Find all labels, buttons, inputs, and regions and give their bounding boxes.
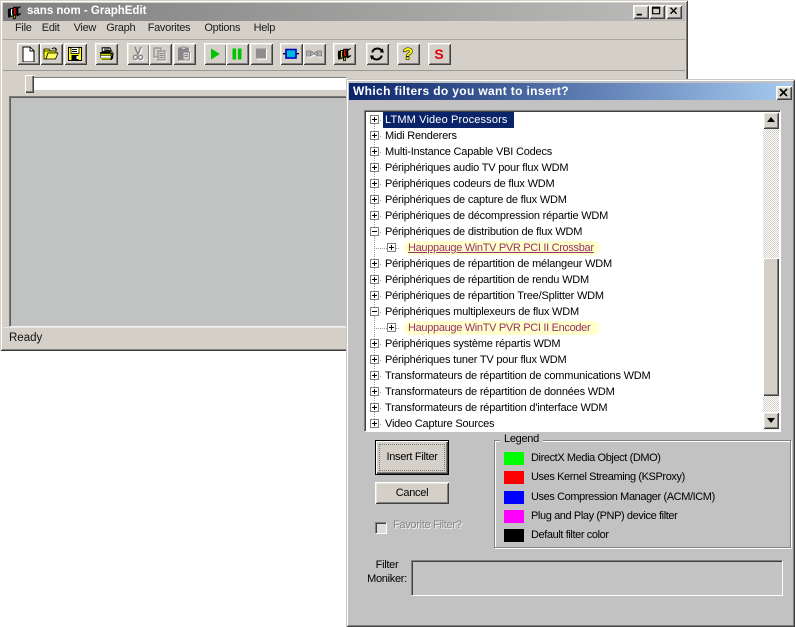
svg-text:S: S: [434, 46, 443, 62]
svg-text:?: ?: [403, 46, 413, 62]
